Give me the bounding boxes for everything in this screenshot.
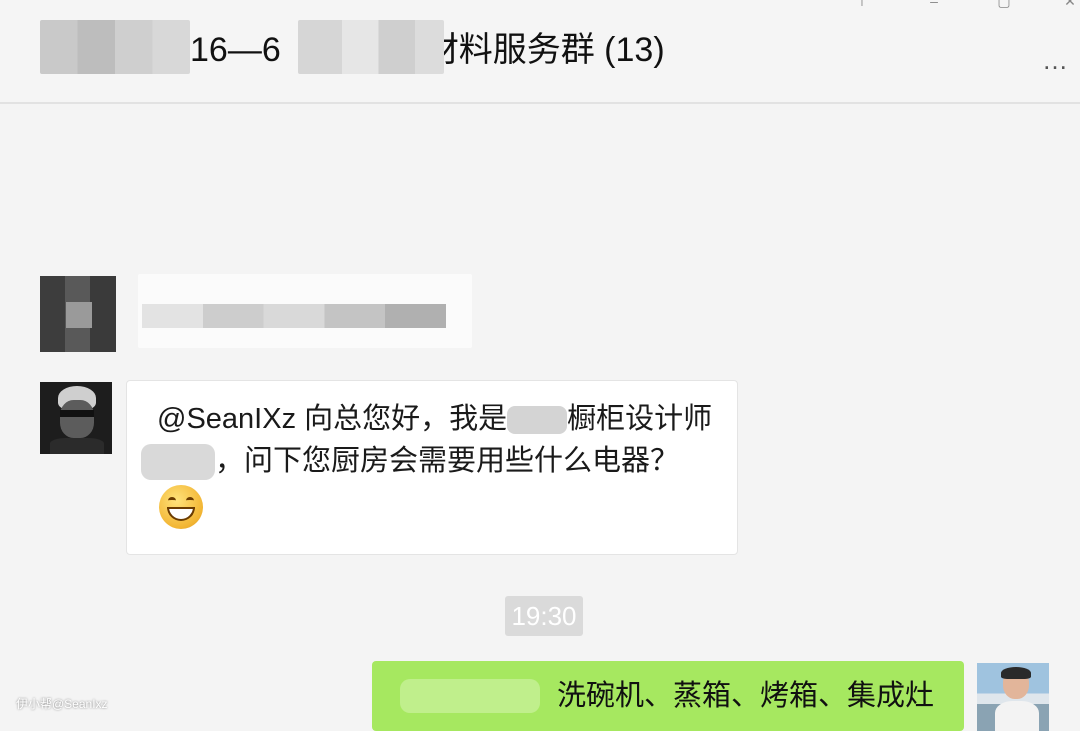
redacted-name — [141, 444, 215, 481]
timestamp: 19:30 — [505, 596, 583, 636]
avatar-sender[interactable] — [40, 382, 112, 454]
outgoing-message-bubble[interactable]: 洗碗机、蒸箱、烤箱、集成灶 — [372, 661, 964, 731]
title-part-number: 16—6 — [190, 31, 281, 69]
redacted-title-middle — [298, 20, 444, 74]
incoming-line-1-end: 橱柜设计师 — [567, 403, 713, 435]
incoming-line-1: @SeanIXz 向总您好，我是 橱柜设计师 — [157, 399, 712, 439]
more-options-icon[interactable]: … — [1042, 47, 1070, 73]
pin-icon[interactable]: ⊤ — [852, 0, 872, 8]
avatar-self[interactable] — [977, 663, 1049, 731]
redacted-outgoing-prefix — [400, 679, 540, 713]
incoming-message-bubble[interactable]: @SeanIXz 向总您好，我是 橱柜设计师 ，问下您厨房会需要用些什么电器？ — [126, 380, 738, 555]
redacted-message — [138, 274, 472, 348]
incoming-line-1-start: @SeanIXz 向总您好，我是 — [157, 403, 508, 435]
redacted-company — [507, 406, 568, 435]
incoming-line-2-text: ，问下您厨房会需要用些什么电器？ — [215, 445, 680, 477]
minimize-icon[interactable]: – — [924, 0, 944, 8]
grinning-face-icon — [159, 485, 203, 529]
close-icon[interactable]: ✕ — [1060, 0, 1080, 8]
maximize-icon[interactable]: ▢ — [994, 0, 1014, 8]
outgoing-message-text: 洗碗机、蒸箱、烤箱、集成灶 — [556, 680, 934, 712]
title-part-group: 材料服务群 (13) — [424, 31, 665, 69]
incoming-line-2: ，问下您厨房会需要用些什么电器？ — [141, 441, 679, 481]
watermark: 伊小帮@SeanIxz — [16, 697, 108, 711]
avatar-redacted[interactable] — [40, 276, 116, 352]
chat-header: ⊤ – ▢ ✕ 16—6 材料服务群 (13) … — [0, 0, 1080, 104]
